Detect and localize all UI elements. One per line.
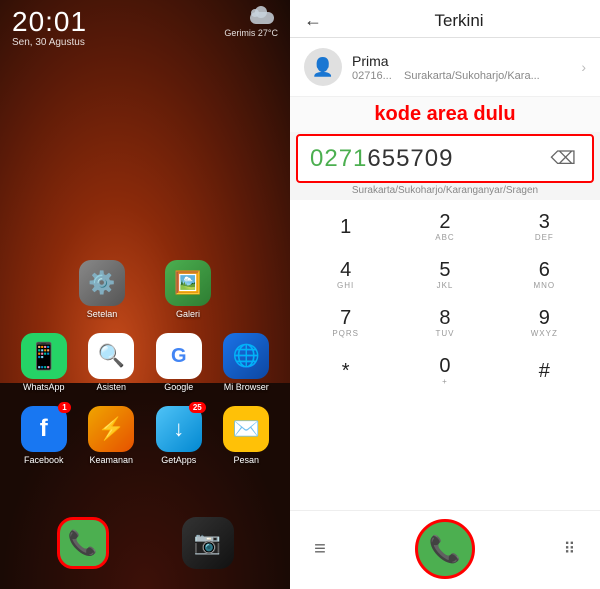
date-display: Sen, 30 Agustus [12,38,87,48]
call-icon: 📞 [429,534,461,565]
getapps-badge: 25 [189,402,206,413]
key-star[interactable]: * [305,348,387,394]
input-location: Surakarta/Sukoharjo/Karanganyar/Sragen [296,185,594,196]
weather-icon [250,8,278,28]
whatsapp-icon: 📱 [21,333,67,379]
app-row-3: f 1 Facebook ⚡ Keamanan ↓ 25 GetApps ✉️ … [10,406,280,465]
facebook-badge: 1 [58,402,70,413]
app-icon-getapps[interactable]: ↓ 25 GetApps [151,406,207,465]
keypad: 1 2 ABC 3 DEF 4 GHI 5 JKL 6 [290,200,600,510]
dialer-bottom: ≡ 📞 ⠿ [290,510,600,589]
app-icon-mibrowser[interactable]: 🌐 Mi Browser [218,333,274,392]
left-panel: 20:01 Sen, 30 Agustus Gerimis 27°C ⚙️ Se… [0,0,290,589]
keamanan-icon: ⚡ [88,406,134,452]
annotation-text: kode area dulu [290,97,600,132]
keypad-row-2: 4 GHI 5 JKL 6 MNO [296,252,594,298]
contact-avatar: 👤 [304,48,342,86]
key-3[interactable]: 3 DEF [503,204,585,250]
key-9[interactable]: 9 WXYZ [503,300,585,346]
contact-number: 02716... Surakarta/Sukoharjo/Kara... [352,70,571,82]
pesan-label: Pesan [233,455,259,465]
call-button[interactable]: 📞 [415,519,475,579]
key-7[interactable]: 7 PQRS [305,300,387,346]
pesan-icon: ✉️ [223,406,269,452]
getapps-label: GetApps [161,455,196,465]
facebook-icon: f 1 [21,406,67,452]
key-hash[interactable]: # [503,348,585,394]
keypad-row-1: 1 2 ABC 3 DEF [296,204,594,250]
galeri-icon: 🖼️ [165,260,211,306]
key-5[interactable]: 5 JKL [404,252,486,298]
asisten-icon: 🔍 [88,333,134,379]
status-bar: 20:01 Sen, 30 Agustus Gerimis 27°C [0,0,290,52]
keypad-row-4: * 0 + # [296,348,594,394]
weather-text: Gerimis 27°C [224,28,278,38]
delete-button[interactable]: ⌫ [547,144,580,173]
keypad-row-3: 7 PQRS 8 TUV 9 WXYZ [296,300,594,346]
keamanan-label: Keamanan [89,455,133,465]
grid-button[interactable]: ⠿ [552,531,588,567]
app-row-1: ⚙️ Setelan 🖼️ Galeri [10,260,280,319]
mibrowser-icon: 🌐 [223,333,269,379]
app-icon-keamanan[interactable]: ⚡ Keamanan [83,406,139,465]
app-icon-whatsapp[interactable]: 📱 WhatsApp [16,333,72,392]
time-display: 20:01 [12,8,87,36]
contact-name: Prima [352,53,571,69]
app-icon-facebook[interactable]: f 1 Facebook [16,406,72,465]
app-icon-google[interactable]: G Google [151,333,207,392]
back-button[interactable]: ← [304,10,322,31]
dock-camera-button[interactable]: 📷 [182,517,234,569]
input-display: 0271655709 ⌫ [296,134,594,183]
app-grid: ⚙️ Setelan 🖼️ Galeri 📱 WhatsApp 🔍 Asiste… [0,260,290,479]
contact-info: Prima 02716... Surakarta/Sukoharjo/Kara.… [352,53,571,82]
menu-button[interactable]: ≡ [302,531,338,567]
key-8[interactable]: 8 TUV [404,300,486,346]
dialer-header: ← Terkini [290,0,600,38]
app-row-2: 📱 WhatsApp 🔍 Asisten G Google 🌐 Mi Brows… [10,333,280,392]
google-icon: G [156,333,202,379]
chevron-right-icon: › [581,59,586,75]
dialer-title: Terkini [332,11,586,31]
getapps-icon: ↓ 25 [156,406,202,452]
dock-phone-button[interactable]: 📞 [57,517,109,569]
grid-icon: ⠿ [564,539,577,559]
setelan-icon: ⚙️ [79,260,125,306]
right-panel: ← Terkini 👤 Prima 02716... Surakarta/Suk… [290,0,600,589]
facebook-label: Facebook [24,455,64,465]
number-rest-display: 655709 [367,145,453,172]
dock: 📞 📷 [0,509,290,577]
whatsapp-label: WhatsApp [23,382,65,392]
app-icon-pesan[interactable]: ✉️ Pesan [218,406,274,465]
asisten-label: Asisten [96,382,126,392]
mibrowser-label: Mi Browser [224,382,269,392]
recent-item[interactable]: 👤 Prima 02716... Surakarta/Sukoharjo/Kar… [290,38,600,97]
time-block: 20:01 Sen, 30 Agustus [12,8,87,48]
setelan-label: Setelan [87,309,118,319]
app-icon-setelan[interactable]: ⚙️ Setelan [74,260,130,319]
avatar-icon: 👤 [312,57,334,78]
app-icon-asisten[interactable]: 🔍 Asisten [83,333,139,392]
key-1[interactable]: 1 [305,204,387,250]
camera-icon: 📷 [194,530,221,556]
key-0[interactable]: 0 + [404,348,486,394]
cloud-shape [250,12,274,24]
app-icon-galeri[interactable]: 🖼️ Galeri [160,260,216,319]
key-4[interactable]: 4 GHI [305,252,387,298]
key-6[interactable]: 6 MNO [503,252,585,298]
input-number: 0271655709 [310,145,547,173]
key-2[interactable]: 2 ABC [404,204,486,250]
phone-icon: 📞 [68,529,98,558]
google-label: Google [164,382,193,392]
area-code-display: 0271 [310,145,367,172]
galeri-label: Galeri [176,309,200,319]
menu-icon: ≡ [314,538,326,561]
weather-block: Gerimis 27°C [224,8,278,38]
